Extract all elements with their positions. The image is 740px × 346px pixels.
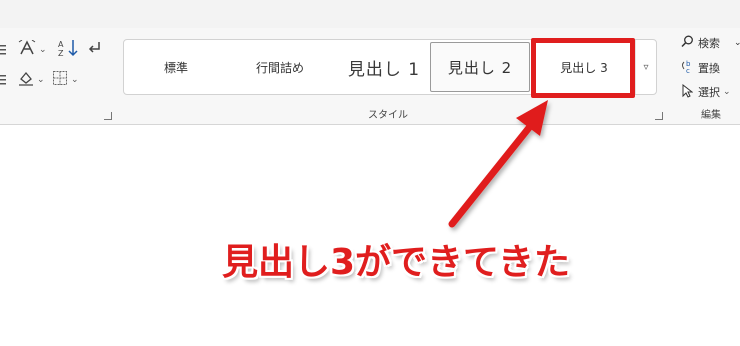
annotation-callout: 見出し3ができてきた — [222, 242, 570, 283]
annotation-arrow — [448, 100, 548, 228]
